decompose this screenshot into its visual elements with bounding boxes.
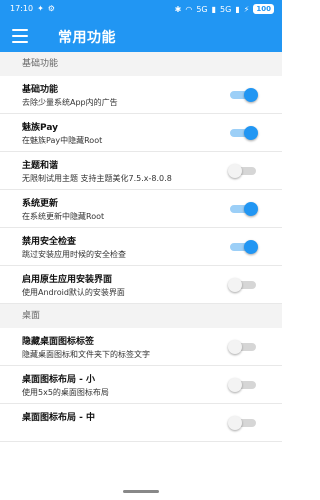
notification-icon: ⚙ (47, 4, 55, 13)
notification-icon: ✦ (37, 4, 44, 13)
setting-title: 启用原生应用安装界面 (22, 275, 113, 285)
signal-icon: ▮ (235, 4, 240, 14)
setting-title: 隐藏桌面图标标签 (22, 337, 95, 347)
setting-row-native-installer[interactable]: 启用原生应用安装界面 使用Android默认的安装界面 (0, 266, 282, 304)
setting-title: 禁用安全检查 (22, 237, 77, 247)
toggle-switch[interactable] (228, 164, 258, 178)
toggle-switch[interactable] (228, 378, 258, 392)
toggle-switch[interactable] (228, 240, 258, 254)
toggle-switch[interactable] (228, 278, 258, 292)
setting-title: 魅族Pay (22, 123, 59, 133)
setting-subtitle: 在系统更新中隐藏Root (22, 212, 105, 221)
setting-row-theme[interactable]: 主题和谐 无限制试用主题 支持主题美化7.5.x-8.0.8 (0, 152, 282, 190)
setting-row-layout-small[interactable]: 桌面图标布局 - 小 使用5x5的桌面图标布局 (0, 366, 282, 404)
setting-title: 桌面图标布局 - 小 (22, 375, 96, 385)
home-indicator[interactable] (123, 490, 159, 493)
toggle-switch[interactable] (228, 340, 258, 354)
status-bar: 17:10 ✦ ⚙ ✱ ◠ 5G ▮ 5G ▮ ⚡ 100 (0, 0, 282, 20)
setting-row-layout-medium[interactable]: 桌面图标布局 - 中 (0, 404, 282, 442)
menu-icon[interactable] (12, 29, 28, 43)
setting-row-system-update[interactable]: 系统更新 在系统更新中隐藏Root (0, 190, 282, 228)
setting-title: 基础功能 (22, 85, 59, 95)
setting-subtitle: 使用Android默认的安装界面 (22, 288, 125, 297)
wifi-icon: ◠ (185, 4, 193, 14)
setting-subtitle: 跳过安装应用时候的安全检查 (22, 250, 126, 259)
setting-row-hide-labels[interactable]: 隐藏桌面图标标签 隐藏桌面图标和文件夹下的标签文字 (0, 328, 282, 366)
setting-subtitle: 使用5x5的桌面图标布局 (22, 388, 109, 397)
setting-subtitle: 去除少量系统App内的广告 (22, 98, 118, 107)
toggle-switch[interactable] (228, 202, 258, 216)
toggle-switch[interactable] (228, 126, 258, 140)
setting-row-basic[interactable]: 基础功能 去除少量系统App内的广告 (0, 76, 282, 114)
setting-title: 系统更新 (22, 199, 59, 209)
bluetooth-icon: ✱ (174, 4, 182, 14)
setting-subtitle: 无限制试用主题 支持主题美化7.5.x-8.0.8 (22, 174, 172, 183)
toggle-switch[interactable] (228, 88, 258, 102)
setting-row-security-check[interactable]: 禁用安全检查 跳过安装应用时候的安全检查 (0, 228, 282, 266)
toggle-switch[interactable] (228, 416, 258, 430)
section-header-basic: 基础功能 (0, 52, 282, 76)
setting-subtitle: 在魅族Pay中隐藏Root (22, 136, 103, 145)
charging-icon: ⚡ (243, 4, 250, 14)
signal-icon: ▮ (211, 4, 217, 14)
signal-label-1: 5G (196, 4, 208, 14)
setting-row-meizu-pay[interactable]: 魅族Pay 在魅族Pay中隐藏Root (0, 114, 282, 152)
page-title: 常用功能 (58, 30, 116, 46)
signal-label-2: 5G (220, 4, 232, 14)
app-bar: 常用功能 (0, 20, 282, 52)
battery-level: 100 (253, 4, 274, 14)
status-time: 17:10 (10, 4, 34, 13)
setting-title: 主题和谐 (22, 161, 59, 171)
section-header-desktop: 桌面 (0, 304, 282, 328)
setting-title: 桌面图标布局 - 中 (22, 413, 96, 423)
setting-subtitle: 隐藏桌面图标和文件夹下的标签文字 (22, 350, 150, 359)
settings-list[interactable]: 基础功能 基础功能 去除少量系统App内的广告 魅族Pay 在魅族Pay中隐藏R… (0, 52, 282, 500)
